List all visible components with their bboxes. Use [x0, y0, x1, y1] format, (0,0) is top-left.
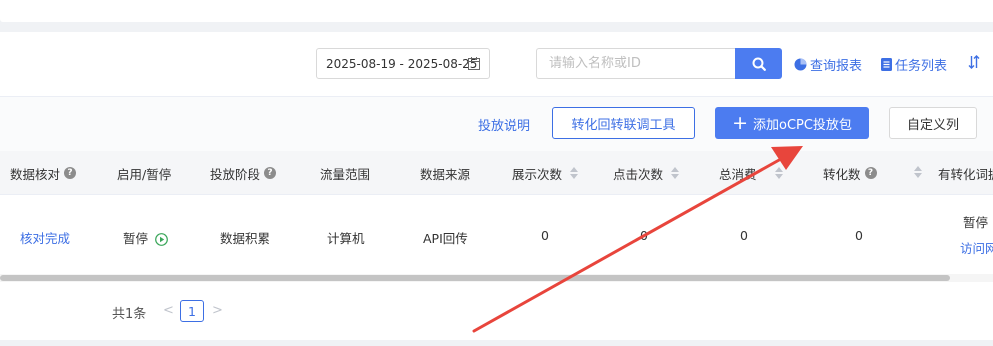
header-clicks[interactable]: 点击次数 — [613, 151, 680, 195]
header-impressions[interactable]: 展示次数 — [512, 151, 579, 195]
top-card — [0, 0, 993, 22]
play-icon[interactable] — [155, 233, 168, 246]
header-data-check: 数据核对 ? — [10, 151, 77, 195]
calendar-icon — [468, 57, 480, 70]
report-pie-icon — [794, 58, 807, 71]
header-conv-words: 有转化词据 — [938, 151, 993, 195]
prev-page-icon[interactable]: < — [163, 303, 174, 318]
search-button[interactable] — [735, 48, 782, 79]
help-icon[interactable]: ? — [864, 167, 877, 179]
add-ocpc-package-button[interactable]: + 添加oCPC投放包 — [715, 107, 869, 139]
sort-caret-icon[interactable] — [671, 167, 680, 179]
stage-cell: 数据积累 — [220, 231, 271, 246]
header-data-check-label: 数据核对 — [10, 166, 61, 182]
help-icon[interactable]: ? — [64, 167, 77, 179]
clicks-cell: 0 — [640, 228, 648, 243]
conversion-tool-button[interactable]: 转化回转联调工具 — [552, 107, 695, 139]
sort-arrows-icon — [968, 55, 980, 69]
header-stage-label: 投放阶段 — [210, 166, 261, 182]
date-range-picker[interactable]: 2025-08-19 - 2025-08-25 — [316, 48, 490, 79]
header-stage: 投放阶段 ? — [210, 151, 277, 195]
header-source-label: 数据来源 — [420, 166, 471, 182]
sort-caret-icon[interactable] — [570, 167, 579, 179]
horizontal-scrollbar-thumb[interactable] — [0, 275, 950, 281]
next-page-icon[interactable]: > — [212, 303, 223, 318]
task-list-link[interactable]: 任务列表 — [881, 55, 947, 74]
data-check-link[interactable]: 核对完成 — [20, 228, 70, 247]
sort-caret-icon[interactable] — [914, 166, 922, 178]
guide-link[interactable]: 投放说明 — [478, 115, 530, 134]
status-cell: 暂停 — [123, 228, 168, 247]
traffic-cell: 计算机 — [327, 231, 365, 246]
query-report-label: 查询报表 — [810, 59, 863, 74]
page-number-current[interactable]: 1 — [180, 300, 204, 322]
task-list-label: 任务列表 — [895, 59, 948, 74]
task-list-icon — [881, 58, 892, 71]
header-toggle: 启用/暂停 — [117, 151, 171, 195]
header-toggle-label: 启用/暂停 — [117, 166, 172, 182]
cost-cell: 0 — [740, 228, 748, 243]
last-status-cell: 暂停 — [963, 215, 989, 230]
header-conversions-label: 转化数 — [823, 166, 861, 182]
header-traffic: 流量范围 — [320, 151, 370, 195]
plus-icon: + — [732, 111, 748, 134]
header-conversions[interactable]: 转化数 ? — [823, 151, 877, 195]
header-conv-words-label: 有转化词据 — [938, 166, 993, 182]
header-cost-label: 总消费 — [719, 166, 757, 182]
add-ocpc-package-label: 添加oCPC投放包 — [752, 117, 852, 133]
date-range-value: 2025-08-19 - 2025-08-25 — [326, 56, 478, 71]
impressions-cell: 0 — [541, 228, 549, 243]
conversions-cell: 0 — [855, 228, 863, 243]
visit-link[interactable]: 访问网 — [960, 238, 993, 257]
header-source: 数据来源 — [420, 151, 470, 195]
pagination-total: 共1条 — [112, 307, 147, 322]
header-impressions-label: 展示次数 — [512, 166, 563, 182]
sort-caret-icon[interactable] — [774, 167, 783, 179]
header-cost[interactable]: 总消费 — [719, 151, 783, 195]
search-box — [536, 48, 782, 79]
search-icon — [752, 57, 766, 71]
header-traffic-label: 流量范围 — [320, 166, 371, 182]
custom-columns-button[interactable]: 自定义列 — [889, 107, 977, 139]
status-label: 暂停 — [123, 231, 149, 246]
help-icon[interactable]: ? — [264, 167, 277, 179]
source-cell: API回传 — [423, 231, 468, 246]
query-report-link[interactable]: 查询报表 — [794, 55, 862, 74]
sort-toggle-link[interactable] — [968, 55, 983, 69]
search-input[interactable] — [536, 48, 735, 79]
header-clicks-label: 点击次数 — [613, 166, 664, 182]
